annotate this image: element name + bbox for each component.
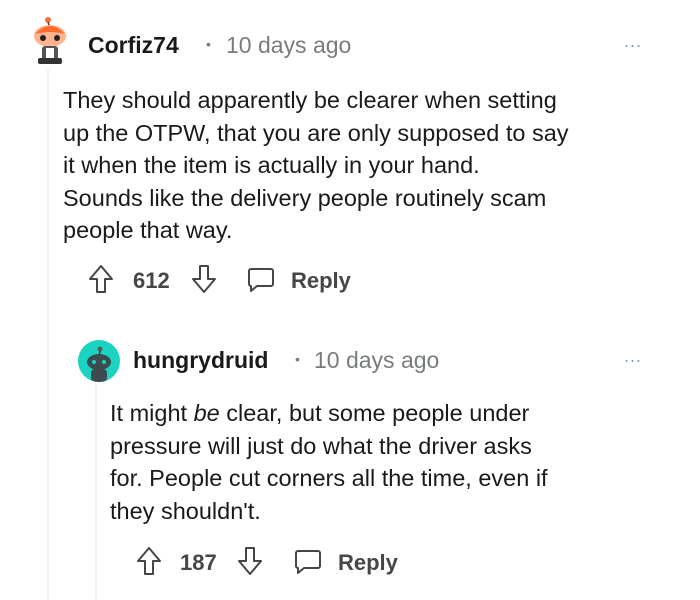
comment-body-line: pressure will just do what the driver as… [110,432,532,459]
reply-bubble-icon[interactable] [294,549,322,580]
comment-body-line: Sounds like the delivery people routinel… [63,184,547,211]
snoo-avatar-teal-icon[interactable] [78,340,120,382]
comment-body-line: It might be clear, but some people under [110,400,530,426]
comment-body-line: people that way. [63,217,233,243]
comment-body-line: They should apparently be clearer when s… [63,87,557,113]
more-options-icon[interactable]: ... [624,347,642,365]
comment-timestamp[interactable]: 10 days ago [226,32,351,59]
comment-body-line: they shouldn't. [110,497,261,524]
downvote-icon[interactable] [237,546,263,581]
comment-body: It might be clear, but some people under… [110,397,690,527]
reply-bubble-icon[interactable] [247,267,275,298]
more-options-icon[interactable]: ... [624,32,642,50]
downvote-icon[interactable] [191,264,217,299]
comment-body-line: for. People cut corners all the time, ev… [110,465,548,491]
thread-line-child[interactable] [95,385,97,600]
reply-button[interactable]: Reply [338,550,398,576]
comment-body: They should apparently be clearer when s… [63,84,663,247]
upvote-icon[interactable] [88,264,114,299]
thread-line-parent[interactable] [47,70,49,600]
comment-author[interactable]: Corfiz74 [88,32,179,59]
upvote-icon[interactable] [136,546,162,581]
comment-body-line: up the OTPW, that you are only supposed … [63,119,569,146]
reply-button[interactable]: Reply [291,268,351,294]
emphasis-text: be [193,400,220,426]
comment-author[interactable]: hungrydruid [133,347,268,374]
comment-body-line: it when the item is actually in your han… [63,152,480,178]
vote-score: 612 [133,268,170,293]
separator-dot: • [206,36,211,52]
separator-dot: • [295,351,300,367]
comment-timestamp[interactable]: 10 days ago [314,347,439,374]
snoo-avatar-orange-icon[interactable] [28,14,72,66]
vote-score: 187 [180,550,217,575]
